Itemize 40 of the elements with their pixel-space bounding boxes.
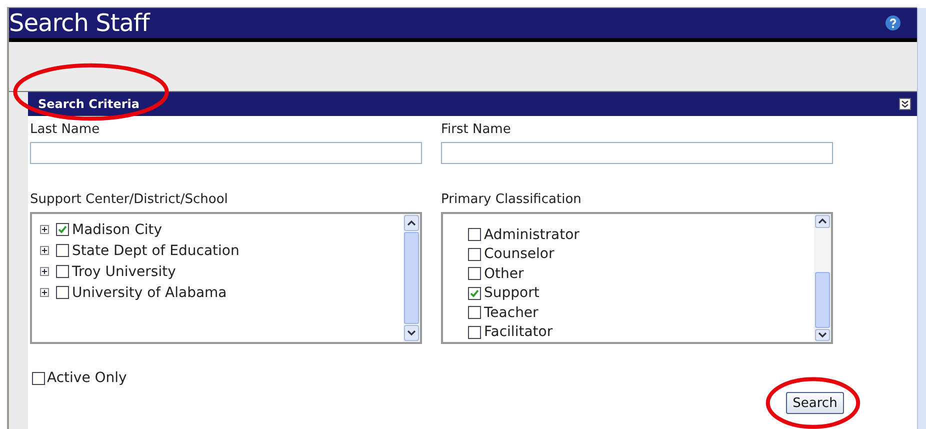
checkbox[interactable]: [56, 244, 69, 257]
option-label[interactable]: Teacher: [484, 304, 538, 321]
scrollbar[interactable]: [814, 214, 831, 342]
checkbox[interactable]: [468, 326, 481, 339]
checkbox[interactable]: [468, 267, 481, 280]
tree-item-label[interactable]: University of Alabama: [72, 284, 227, 300]
help-icon[interactable]: [885, 15, 901, 31]
expand-icon[interactable]: [40, 246, 49, 255]
page-scrollbar[interactable]: [917, 8, 926, 429]
collapse-icon[interactable]: [899, 98, 911, 110]
checkbox[interactable]: [468, 248, 481, 261]
tree-item-label[interactable]: State Dept of Education: [72, 242, 240, 258]
checkbox[interactable]: [32, 372, 45, 384]
expand-icon[interactable]: [40, 267, 49, 276]
scrollbar[interactable]: [403, 214, 420, 342]
option-label[interactable]: Other: [484, 266, 524, 282]
expand-icon[interactable]: [40, 288, 49, 297]
option-label[interactable]: Counselor: [484, 246, 554, 262]
checkbox[interactable]: [468, 286, 481, 300]
checkbox-label[interactable]: Active Only: [47, 370, 127, 386]
tree-item-label[interactable]: Troy University: [72, 264, 176, 280]
option-label[interactable]: Facilitator: [484, 324, 553, 340]
option-label[interactable]: Support: [484, 285, 540, 302]
checkbox[interactable]: [468, 228, 481, 242]
section-title: Search Criteria: [38, 97, 140, 111]
field-label: Primary Classification: [441, 192, 582, 208]
page-title: Search Staff: [9, 8, 150, 38]
checkbox[interactable]: [56, 286, 69, 299]
checkbox[interactable]: [56, 223, 69, 236]
expand-icon[interactable]: [40, 225, 49, 234]
input-field[interactable]: [30, 142, 422, 164]
search-button[interactable]: Search: [786, 392, 844, 414]
field-label: Support Center/District/School: [30, 192, 228, 208]
input-field[interactable]: [441, 142, 833, 164]
checkbox[interactable]: [468, 306, 481, 320]
option-label[interactable]: Administrator: [484, 226, 580, 243]
tree-item-label[interactable]: Madison City: [72, 222, 162, 238]
checkbox[interactable]: [56, 265, 69, 278]
field-label: First Name: [441, 122, 511, 138]
field-label: Last Name: [30, 122, 100, 138]
